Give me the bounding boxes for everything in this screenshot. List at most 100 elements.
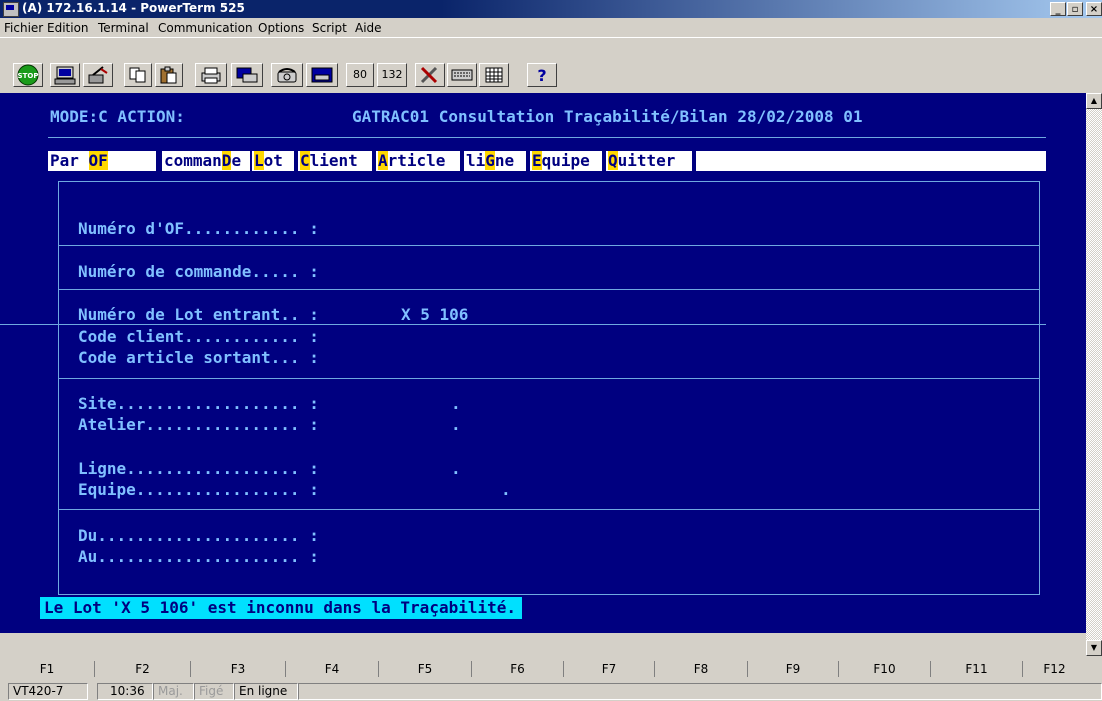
maximize-button[interactable]: ▫ — [1067, 2, 1083, 16]
status-maj: Maj. — [153, 683, 194, 700]
computer-icon — [54, 66, 76, 85]
section-divider — [58, 289, 1040, 290]
scroll-up-icon[interactable]: ▲ — [1086, 93, 1102, 109]
menu-fichier[interactable]: Fichier — [4, 21, 43, 35]
menu-article[interactable]: Article — [376, 151, 460, 171]
command-input[interactable] — [696, 151, 1046, 171]
tools-button[interactable] — [415, 63, 445, 87]
print-screen-button[interactable] — [231, 63, 263, 87]
grid-button[interactable] — [479, 63, 509, 87]
status-bar: VT420-7 10:36 Maj. Figé En ligne — [0, 681, 1102, 701]
copy-icon — [129, 67, 146, 83]
close-button[interactable]: × — [1086, 2, 1102, 16]
header-divider — [48, 137, 1046, 138]
fkey-f6[interactable]: F6 — [472, 661, 564, 677]
menu-bar: Fichier Edition Terminal Communication O… — [0, 18, 1102, 37]
menu-communication[interactable]: Communication — [158, 21, 253, 35]
vertical-scrollbar[interactable]: ▲ ▼ — [1086, 93, 1102, 656]
phone-button[interactable] — [271, 63, 303, 87]
status-spacer — [298, 683, 1102, 700]
svg-text:?: ? — [537, 66, 546, 85]
terminal-screen[interactable]: MODE:C ACTION: GATRAC01 Consultation Tra… — [0, 93, 1086, 633]
connect-icon — [88, 66, 108, 84]
field-au: Au..................... : — [78, 547, 319, 566]
section-divider — [58, 378, 1040, 379]
stop-icon: STOP — [17, 64, 39, 86]
menu-lot[interactable]: Lot — [252, 151, 294, 171]
field-du: Du..................... : — [78, 526, 319, 545]
fkey-f7[interactable]: F7 — [564, 661, 655, 677]
status-online: En ligne — [234, 683, 298, 700]
field-num-lot-value[interactable]: X 5 106 — [401, 305, 468, 324]
help-button[interactable]: ? — [527, 63, 557, 87]
menu-edition[interactable]: Edition — [47, 21, 89, 35]
menu-quitter[interactable]: Quitter — [606, 151, 692, 171]
menu-ligne[interactable]: liGne — [464, 151, 526, 171]
menu-terminal[interactable]: Terminal — [98, 21, 149, 35]
function-key-bar: F1 F2 F3 F4 F5 F6 F7 F8 F9 F10 F11 F12 — [0, 656, 1086, 680]
minimize-button[interactable]: _ — [1050, 2, 1066, 16]
menu-par-of[interactable]: Par OF — [48, 151, 156, 171]
field-num-lot: Numéro de Lot entrant.. : — [78, 305, 319, 324]
status-emulation: VT420-7 — [8, 683, 88, 700]
fkey-f12[interactable]: F12 — [1023, 661, 1086, 677]
window-title: (A) 172.16.1.14 - PowerTerm 525 — [22, 1, 245, 15]
copy-button[interactable] — [124, 63, 152, 87]
ligne-separator: . — [451, 459, 461, 478]
fkey-f1[interactable]: F1 — [0, 661, 95, 677]
modem-icon — [311, 67, 333, 83]
field-site: Site................... : — [78, 394, 319, 413]
mode-text: MODE:C ACTION: — [50, 107, 185, 126]
print-icon — [201, 67, 221, 84]
paste-button[interactable] — [155, 63, 183, 87]
fkey-f4[interactable]: F4 — [286, 661, 379, 677]
menu-client[interactable]: Client — [298, 151, 372, 171]
menu-commande[interactable]: commanDe — [162, 151, 250, 171]
field-code-article: Code article sortant... : — [78, 348, 319, 367]
fkey-f11[interactable]: F11 — [931, 661, 1023, 677]
menu-equipe[interactable]: Equipe — [530, 151, 602, 171]
col132-button[interactable]: 132 — [377, 63, 407, 87]
screen-header: GATRAC01 Consultation Traçabilité/Bilan … — [352, 107, 863, 126]
field-num-of: Numéro d'OF............ : — [78, 219, 319, 238]
fkey-f10[interactable]: F10 — [839, 661, 931, 677]
fkey-f9[interactable]: F9 — [748, 661, 839, 677]
paste-icon — [160, 66, 177, 84]
fkey-f2[interactable]: F2 — [95, 661, 191, 677]
keyboard-icon — [451, 69, 473, 81]
stop-button[interactable]: STOP — [13, 63, 43, 87]
status-fige: Figé — [194, 683, 234, 700]
print-button[interactable] — [195, 63, 227, 87]
scroll-down-icon[interactable]: ▼ — [1086, 640, 1102, 656]
status-time: 10:36 — [97, 683, 153, 700]
site-separator: . — [451, 394, 461, 413]
col80-button[interactable]: 80 — [346, 63, 374, 87]
fkey-f3[interactable]: F3 — [191, 661, 286, 677]
equipe-separator: . — [501, 480, 511, 499]
svg-text:STOP: STOP — [18, 72, 39, 80]
title-bar: (A) 172.16.1.14 - PowerTerm 525 _ ▫ × — [0, 0, 1102, 18]
fkey-f5[interactable]: F5 — [379, 661, 472, 677]
menu-options[interactable]: Options — [258, 21, 304, 35]
section-divider — [58, 509, 1040, 510]
menu-script[interactable]: Script — [312, 21, 347, 35]
section-divider — [58, 245, 1040, 246]
field-num-commande: Numéro de commande..... : — [78, 262, 319, 281]
app-icon[interactable] — [3, 2, 19, 17]
computer-button[interactable] — [50, 63, 80, 87]
field-ligne: Ligne.................. : — [78, 459, 319, 478]
section-divider — [0, 324, 1046, 325]
help-icon: ? — [537, 66, 546, 85]
fkey-f8[interactable]: F8 — [655, 661, 748, 677]
status-message: Le Lot 'X 5 106' est inconnu dans la Tra… — [40, 597, 523, 619]
connect-button[interactable] — [83, 63, 113, 87]
menu-aide[interactable]: Aide — [355, 21, 382, 35]
keyboard-button[interactable] — [447, 63, 477, 87]
field-atelier: Atelier................ : — [78, 415, 319, 434]
atelier-separator: . — [451, 415, 461, 434]
phone-icon — [277, 68, 297, 83]
field-code-client: Code client............ : — [78, 327, 319, 346]
modem-button[interactable] — [306, 63, 338, 87]
print-screen-icon — [236, 67, 258, 83]
tools-icon — [420, 66, 438, 84]
